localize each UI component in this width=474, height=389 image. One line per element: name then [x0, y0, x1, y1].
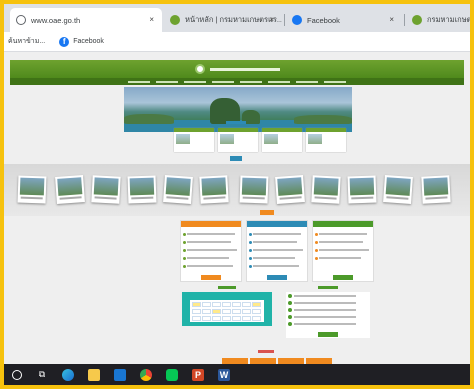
site-logo[interactable]	[194, 64, 205, 74]
file-explorer-icon[interactable]	[88, 368, 100, 381]
gallery-more-button[interactable]	[260, 210, 274, 215]
bookmark-label: ค้นหาข้าม...	[8, 38, 46, 45]
nav-item[interactable]	[240, 80, 262, 83]
gallery-photo[interactable]	[127, 175, 157, 204]
site-green-icon	[412, 15, 422, 25]
column-more-button[interactable]	[333, 275, 353, 280]
site-navigation	[10, 78, 464, 85]
list-item[interactable]	[288, 322, 368, 326]
bookmark-label: Facebook	[73, 38, 104, 45]
calendar-grid	[190, 300, 264, 322]
gallery-photo[interactable]	[17, 175, 47, 204]
gallery-photo[interactable]	[239, 175, 269, 204]
close-icon[interactable]: ×	[389, 15, 394, 24]
tab-facebook[interactable]: Facebook ×	[286, 8, 402, 32]
photo-gallery-wall	[4, 164, 470, 216]
powerpoint-icon[interactable]: P	[192, 368, 204, 381]
news-list	[286, 292, 370, 338]
read-more-button[interactable]	[230, 156, 242, 161]
news-card[interactable]	[306, 128, 346, 152]
gallery-photo[interactable]	[311, 175, 341, 204]
gallery-photo[interactable]	[421, 175, 451, 204]
tab-title: หน้าหลัก | กรมหามเกษตรแร...	[185, 15, 282, 24]
nav-item[interactable]	[212, 80, 234, 83]
list-item[interactable]	[288, 315, 368, 319]
tab-title: Facebook	[307, 15, 340, 25]
news-card[interactable]	[174, 128, 214, 152]
tab-oae[interactable]: www.oae.go.th ×	[10, 8, 162, 32]
search-icon[interactable]	[12, 369, 22, 380]
column-more-button[interactable]	[267, 275, 287, 280]
list-item[interactable]	[288, 301, 368, 305]
hero-shore	[294, 115, 352, 124]
gallery-photo[interactable]	[347, 175, 377, 204]
tab-strip: www.oae.go.th × หน้าหลัก | กรมหามเกษตรแร…	[4, 4, 470, 32]
gallery-photo[interactable]	[163, 175, 193, 204]
word-icon[interactable]: W	[218, 368, 230, 381]
nav-item[interactable]	[128, 80, 150, 83]
close-icon[interactable]: ×	[269, 15, 274, 24]
webpage-viewport[interactable]	[4, 52, 470, 364]
column-header	[247, 221, 307, 227]
section-title	[258, 350, 274, 353]
gallery-photo[interactable]	[275, 175, 305, 204]
site-green-icon	[170, 15, 180, 25]
facebook-icon	[292, 15, 302, 25]
column-header	[181, 221, 241, 227]
windows-taskbar: ⧉ P W	[4, 364, 470, 385]
hero-shore	[124, 114, 174, 124]
tab-separator	[404, 14, 405, 26]
hero-banner-image[interactable]	[124, 87, 352, 132]
nav-item[interactable]	[296, 80, 318, 83]
bookmarks-bar: ค้นหาข้าม... f Facebook	[4, 32, 470, 52]
browser-window: www.oae.go.th × หน้าหลัก | กรมหามเกษตรแร…	[4, 4, 470, 385]
news-card[interactable]	[262, 128, 302, 152]
bookmark-item-facebook[interactable]: f Facebook	[59, 36, 104, 47]
list-more-button[interactable]	[318, 332, 338, 337]
tab-title: www.oae.go.th	[31, 15, 81, 25]
column-more-button[interactable]	[201, 275, 221, 280]
gallery-photo[interactable]	[55, 175, 85, 204]
mail-icon[interactable]	[114, 368, 126, 381]
nav-item[interactable]	[156, 80, 178, 83]
column-header	[313, 221, 373, 227]
task-view-icon[interactable]: ⧉	[36, 369, 48, 381]
announcement-column-blue	[246, 220, 308, 282]
bookmark-item-search[interactable]: ค้นหาข้าม...	[8, 36, 45, 47]
globe-icon	[16, 15, 26, 25]
gallery-photo[interactable]	[383, 175, 413, 204]
nav-item[interactable]	[324, 80, 346, 83]
site-title-text	[209, 67, 280, 71]
nav-item[interactable]	[184, 80, 206, 83]
news-card[interactable]	[218, 128, 258, 152]
facebook-icon: f	[59, 36, 70, 47]
event-calendar[interactable]	[182, 292, 272, 326]
tab-dept[interactable]: กรมหามเกษตรแห	[406, 8, 470, 32]
site-header	[10, 60, 464, 78]
announcement-column-orange	[180, 220, 242, 282]
section-title	[318, 286, 338, 289]
section-title	[226, 121, 246, 124]
list-item[interactable]	[288, 308, 368, 312]
chrome-icon[interactable]	[140, 368, 152, 381]
gallery-photo[interactable]	[199, 175, 229, 204]
edge-icon[interactable]	[62, 368, 74, 381]
announcement-column-green	[312, 220, 374, 282]
tab-home[interactable]: หน้าหลัก | กรมหามเกษตรแร... ×	[164, 8, 282, 32]
nav-item[interactable]	[268, 80, 290, 83]
gallery-photo[interactable]	[91, 175, 121, 204]
section-title	[218, 286, 236, 289]
tab-title: กรมหามเกษตรแห	[427, 15, 470, 24]
list-item[interactable]	[288, 294, 368, 298]
tab-separator	[284, 14, 285, 26]
close-icon[interactable]: ×	[149, 15, 154, 24]
line-icon[interactable]	[166, 368, 178, 381]
